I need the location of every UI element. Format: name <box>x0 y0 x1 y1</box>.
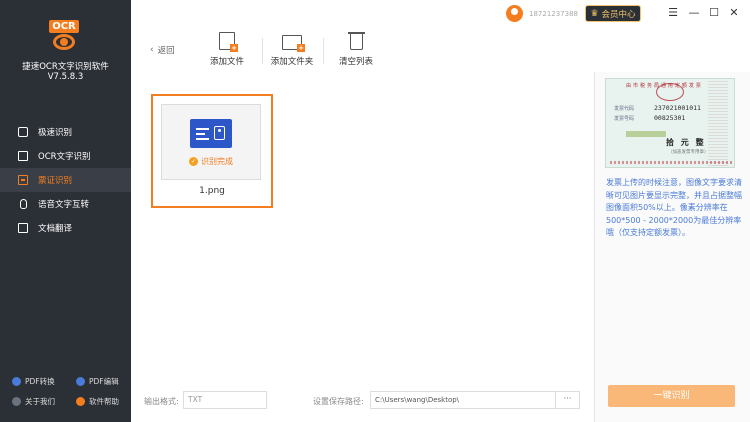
tool-label: PDF转换 <box>25 377 55 386</box>
sidebar-item-label: 文档翻译 <box>38 224 73 234</box>
info-icon <box>12 397 21 406</box>
add-folder-button[interactable]: + 添加文件夹 <box>262 32 322 72</box>
status-badge: ✓ 识别完成 <box>162 156 260 167</box>
status-text: 识别完成 <box>201 157 233 166</box>
invoice-header: 由 市 税 务 局 通 用 定 额 发 票 <box>626 83 702 89</box>
help-icon <box>76 397 85 406</box>
app-version: V7.5.8.3 <box>47 72 84 82</box>
invoice-amount: 拾 元 整 <box>666 138 706 147</box>
sidebar-item-ocr[interactable]: OCR文字识别 <box>0 144 131 168</box>
pdf-convert-icon <box>12 377 21 386</box>
invoice-amount-note: （加盖发票专用章） <box>668 150 709 155</box>
app-logo: OCR <box>49 20 79 52</box>
bottom-bar: 输出格式: TXT 设置保存路径: C:\Users\wang\Desktop\… <box>131 386 594 422</box>
output-format-label: 输出格式: <box>144 397 179 406</box>
preview-panel: 由 市 税 务 局 通 用 定 额 发 票 发票代码 237021001011 … <box>594 72 750 422</box>
clear-list-button[interactable]: 清空列表 <box>326 32 386 72</box>
back-label: 返回 <box>157 46 175 56</box>
sidebar-item-ticket[interactable]: 票证识别 <box>0 168 131 192</box>
check-icon: ✓ <box>189 157 198 166</box>
logo-text: OCR <box>49 20 79 33</box>
clear-list-label: 清空列表 <box>338 57 373 67</box>
sidebar-item-label: 语音文字互转 <box>38 200 90 210</box>
back-button[interactable]: ‹ 返回 <box>150 44 175 56</box>
vip-center-button[interactable]: ♛ 会员中心 <box>585 5 641 22</box>
sidebar-item-voice[interactable]: 语音文字互转 <box>0 192 131 216</box>
ticket-icon <box>18 175 28 185</box>
invoice-code: 237021001011 <box>654 104 701 112</box>
toolbar-divider <box>323 38 324 64</box>
invoice-code-label: 发票代码 <box>614 106 635 112</box>
file-name: 1.png <box>199 186 225 196</box>
close-icon[interactable]: ✕ <box>727 6 741 20</box>
app-name: 捷速OCR文字识别软件 <box>22 62 109 72</box>
translate-icon <box>18 223 28 233</box>
add-file-icon: + <box>219 32 238 52</box>
save-path-input[interactable]: C:\Users\wang\Desktop\ <box>370 391 556 409</box>
tool-label: 关于我们 <box>25 397 55 406</box>
file-thumbnail: ✓ 识别完成 <box>161 104 261 180</box>
sidebar: OCR 捷速OCR文字识别软件 V7.5.8.3 极速识别 OCR文字识别 票证… <box>0 0 131 422</box>
sidebar-item-label: OCR文字识别 <box>38 152 91 162</box>
pdf-edit-link[interactable]: PDF编辑 <box>76 376 119 387</box>
add-file-label: 添加文件 <box>209 57 244 67</box>
recognize-button[interactable]: 一键识别 <box>608 385 735 407</box>
about-link[interactable]: 关于我们 <box>12 396 55 407</box>
user-avatar-icon[interactable] <box>506 5 523 22</box>
browse-path-button[interactable]: ··· <box>556 391 580 409</box>
id-card-icon <box>190 119 232 148</box>
trash-icon <box>347 32 365 50</box>
help-link[interactable]: 软件帮助 <box>76 396 119 407</box>
ocr-scan-icon <box>18 151 28 161</box>
add-file-button[interactable]: + 添加文件 <box>197 32 257 72</box>
maximize-icon[interactable]: ☐ <box>707 6 721 20</box>
save-path-label: 设置保存路径: <box>313 397 364 406</box>
add-folder-icon: + <box>282 35 305 52</box>
file-list-area: ✓ 识别完成 1.png <box>131 72 594 386</box>
microphone-icon <box>19 199 27 209</box>
tool-label: 软件帮助 <box>89 397 119 406</box>
eye-pupil <box>60 38 68 46</box>
invoice-number-label: 发票号码 <box>614 116 635 122</box>
crown-icon: ♛ <box>590 8 599 19</box>
invoice-number: 00825301 <box>654 114 686 122</box>
sidebar-item-translate[interactable]: 文档翻译 <box>0 216 131 240</box>
minimize-icon[interactable]: — <box>687 6 701 20</box>
add-folder-label: 添加文件夹 <box>270 57 314 67</box>
toolbar: ‹ 返回 + 添加文件 + 添加文件夹 清空列表 <box>131 28 750 72</box>
vip-label: 会员中心 <box>601 9 636 20</box>
titlebar: 18721237388 ♛ 会员中心 ☰ — ☐ ✕ <box>131 0 750 28</box>
sidebar-item-label: 极速识别 <box>38 128 73 138</box>
upload-hint: 发票上传的时候注意，图像文字要求清晰可见图片要显示完整，并且占据整幅图像面积50… <box>606 178 742 237</box>
tool-label: PDF编辑 <box>89 377 119 386</box>
user-phone: 18721237388 <box>529 10 578 18</box>
sidebar-item-speed[interactable]: 极速识别 <box>0 120 131 144</box>
sample-invoice-image: 由 市 税 务 局 通 用 定 额 发 票 发票代码 237021001011 … <box>605 78 735 168</box>
sidebar-nav: 极速识别 OCR文字识别 票证识别 语音文字互转 文档翻译 <box>0 120 131 240</box>
pdf-edit-icon <box>76 377 85 386</box>
pdf-convert-link[interactable]: PDF转换 <box>12 376 55 387</box>
chevron-left-icon: ‹ <box>150 45 154 55</box>
menu-icon[interactable]: ☰ <box>666 6 680 20</box>
output-format-select[interactable]: TXT <box>183 391 267 409</box>
speed-icon <box>18 127 28 137</box>
file-card[interactable]: ✓ 识别完成 1.png <box>151 94 273 208</box>
sidebar-item-label: 票证识别 <box>38 176 73 186</box>
